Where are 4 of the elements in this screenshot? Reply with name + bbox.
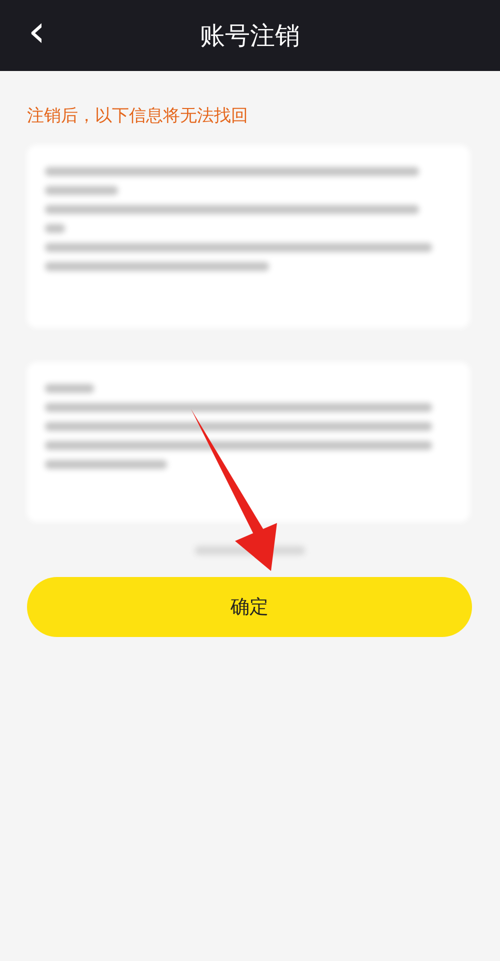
confirm-button[interactable]: 确定 [27,577,472,637]
back-button[interactable]: ‹ [22,10,52,54]
page-title: 账号注销 [200,20,300,52]
warning-text: 注销后，以下信息将无法找回 [27,105,249,127]
